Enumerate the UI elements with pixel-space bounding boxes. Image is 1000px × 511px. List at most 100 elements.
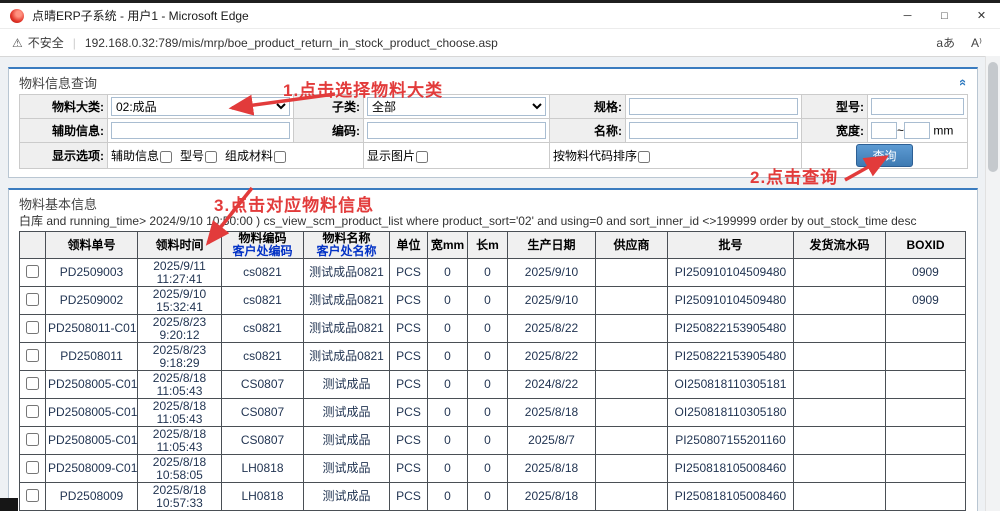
table-row[interactable]: PD2508005-C012025/8/18 11:05:43CS0807测试成… bbox=[20, 427, 966, 455]
cell bbox=[794, 483, 886, 511]
url-text[interactable]: 192.168.0.32:789/mis/mrp/boe_product_ret… bbox=[85, 36, 498, 50]
cell: CS0807 bbox=[222, 427, 304, 455]
row-checkbox[interactable] bbox=[26, 349, 39, 362]
checkbox-cell bbox=[20, 287, 46, 315]
search-button[interactable]: 查询 bbox=[856, 144, 912, 167]
cell: 0 bbox=[428, 259, 468, 287]
opt-compose-checkbox[interactable] bbox=[274, 151, 286, 163]
cell: OI250818110305181 bbox=[668, 371, 794, 399]
cell bbox=[794, 371, 886, 399]
row-checkbox[interactable] bbox=[26, 405, 39, 418]
table-row[interactable]: PD2508005-C012025/8/18 11:05:43CS0807测试成… bbox=[20, 371, 966, 399]
table-row[interactable]: PD25090022025/9/10 15:32:41cs0821测试成品082… bbox=[20, 287, 966, 315]
table-row[interactable]: PD2508011-C012025/8/23 9:20:12cs0821测试成品… bbox=[20, 315, 966, 343]
browser-window: 点晴ERP子系统 - 用户1 - Microsoft Edge ─ □ ✕ ⚠ … bbox=[0, 0, 1000, 511]
cell bbox=[886, 427, 966, 455]
width-tilde: ~ bbox=[897, 124, 904, 138]
column-header-checkbox bbox=[20, 232, 46, 259]
minimize-button[interactable]: ─ bbox=[889, 3, 926, 28]
cell bbox=[596, 287, 668, 315]
display-options-group-1: 辅助信息型号组成材料 bbox=[108, 143, 364, 169]
cell: 2025/8/7 bbox=[508, 427, 596, 455]
width-min-input[interactable] bbox=[871, 122, 897, 139]
aux-info-input[interactable] bbox=[111, 122, 290, 139]
cell: 0 bbox=[468, 371, 508, 399]
aux-info-label: 辅助信息: bbox=[20, 119, 108, 143]
cell: 0 bbox=[428, 427, 468, 455]
model-cell bbox=[868, 95, 968, 119]
opt-picture-checkbox[interactable] bbox=[416, 151, 428, 163]
cell: PI250910104509480 bbox=[668, 259, 794, 287]
cell: PI250807155201160 bbox=[668, 427, 794, 455]
row-checkbox[interactable] bbox=[26, 433, 39, 446]
row-checkbox[interactable] bbox=[26, 377, 39, 390]
cell: PD2508009 bbox=[46, 483, 138, 511]
info-panel-header: 物料基本信息 bbox=[19, 192, 967, 215]
translate-icon[interactable]: aあ bbox=[936, 34, 955, 51]
opt-picture-label: 显示图片 bbox=[367, 149, 415, 163]
cell: CS0807 bbox=[222, 399, 304, 427]
cell: PCS bbox=[390, 371, 428, 399]
cell: 0 bbox=[468, 455, 508, 483]
column-header: 物料编码客户处编码 bbox=[222, 232, 304, 259]
cell: 0 bbox=[468, 315, 508, 343]
security-chip[interactable]: ⚠ 不安全 bbox=[12, 34, 64, 51]
cell: 测试成品 bbox=[304, 371, 390, 399]
row-checkbox[interactable] bbox=[26, 321, 39, 334]
cell bbox=[596, 427, 668, 455]
column-header: 单位 bbox=[390, 232, 428, 259]
spec-input[interactable] bbox=[629, 98, 798, 115]
cell: 2025/8/18 bbox=[508, 483, 596, 511]
name-input[interactable] bbox=[629, 122, 798, 139]
table-row[interactable]: PD25080092025/8/18 10:57:33LH0818测试成品PCS… bbox=[20, 483, 966, 511]
cell: PD2508005-C01 bbox=[46, 371, 138, 399]
opt-sort-checkbox[interactable] bbox=[638, 151, 650, 163]
maximize-button[interactable]: □ bbox=[926, 3, 963, 28]
name-cell bbox=[626, 119, 802, 143]
scrollbar-thumb[interactable] bbox=[988, 62, 998, 172]
cell: PD2509002 bbox=[46, 287, 138, 315]
cell: PI250822153905480 bbox=[668, 343, 794, 371]
row-checkbox[interactable] bbox=[26, 265, 39, 278]
opt-aux-label: 辅助信息 bbox=[111, 149, 159, 163]
cell: 测试成品0821 bbox=[304, 287, 390, 315]
opt-model-label: 型号 bbox=[180, 149, 204, 163]
cell: PCS bbox=[390, 315, 428, 343]
table-row[interactable]: PD2508005-C012025/8/18 11:05:43CS0807测试成… bbox=[20, 399, 966, 427]
cell: 0 bbox=[468, 343, 508, 371]
cell: 2025/9/10 bbox=[508, 287, 596, 315]
app-logo-icon bbox=[10, 9, 24, 23]
opt-model-checkbox[interactable] bbox=[205, 151, 217, 163]
vertical-scrollbar[interactable] bbox=[985, 56, 1000, 511]
table-row[interactable]: PD25080112025/8/23 9:18:29cs0821测试成品0821… bbox=[20, 343, 966, 371]
read-aloud-icon[interactable]: A⁾ bbox=[971, 36, 982, 50]
column-header: 物料名称客户处名称 bbox=[304, 232, 390, 259]
code-input[interactable] bbox=[367, 122, 546, 139]
security-label: 不安全 bbox=[28, 34, 64, 51]
code-cell bbox=[364, 119, 550, 143]
title-bar[interactable]: 点晴ERP子系统 - 用户1 - Microsoft Edge ─ □ ✕ bbox=[0, 3, 1000, 28]
row-checkbox[interactable] bbox=[26, 293, 39, 306]
row-checkbox[interactable] bbox=[26, 489, 39, 502]
window-controls: ─ □ ✕ bbox=[889, 3, 1000, 28]
width-max-input[interactable] bbox=[904, 122, 930, 139]
cell: PD2508005-C01 bbox=[46, 399, 138, 427]
model-input[interactable] bbox=[871, 98, 964, 115]
cell: 2024/8/22 bbox=[508, 371, 596, 399]
warning-icon: ⚠ bbox=[12, 36, 23, 50]
address-bar[interactable]: ⚠ 不安全 | 192.168.0.32:789/mis/mrp/boe_pro… bbox=[0, 28, 1000, 57]
table-row[interactable]: PD2508009-C012025/8/18 10:58:05LH0818测试成… bbox=[20, 455, 966, 483]
width-label: 宽度: bbox=[802, 119, 868, 143]
column-header: 领料时间 bbox=[138, 232, 222, 259]
close-button[interactable]: ✕ bbox=[963, 3, 1000, 28]
collapse-chevron-icon[interactable]: « bbox=[957, 79, 970, 86]
row-checkbox[interactable] bbox=[26, 461, 39, 474]
cell bbox=[794, 315, 886, 343]
query-panel-title: 物料信息查询 bbox=[19, 73, 97, 92]
table-row[interactable]: PD25090032025/9/11 11:27:41cs0821测试成品082… bbox=[20, 259, 966, 287]
cell: PD2508005-C01 bbox=[46, 427, 138, 455]
category-select[interactable]: 02:成品 bbox=[111, 97, 290, 116]
cell bbox=[886, 455, 966, 483]
opt-aux-checkbox[interactable] bbox=[160, 151, 172, 163]
name-label: 名称: bbox=[550, 119, 626, 143]
